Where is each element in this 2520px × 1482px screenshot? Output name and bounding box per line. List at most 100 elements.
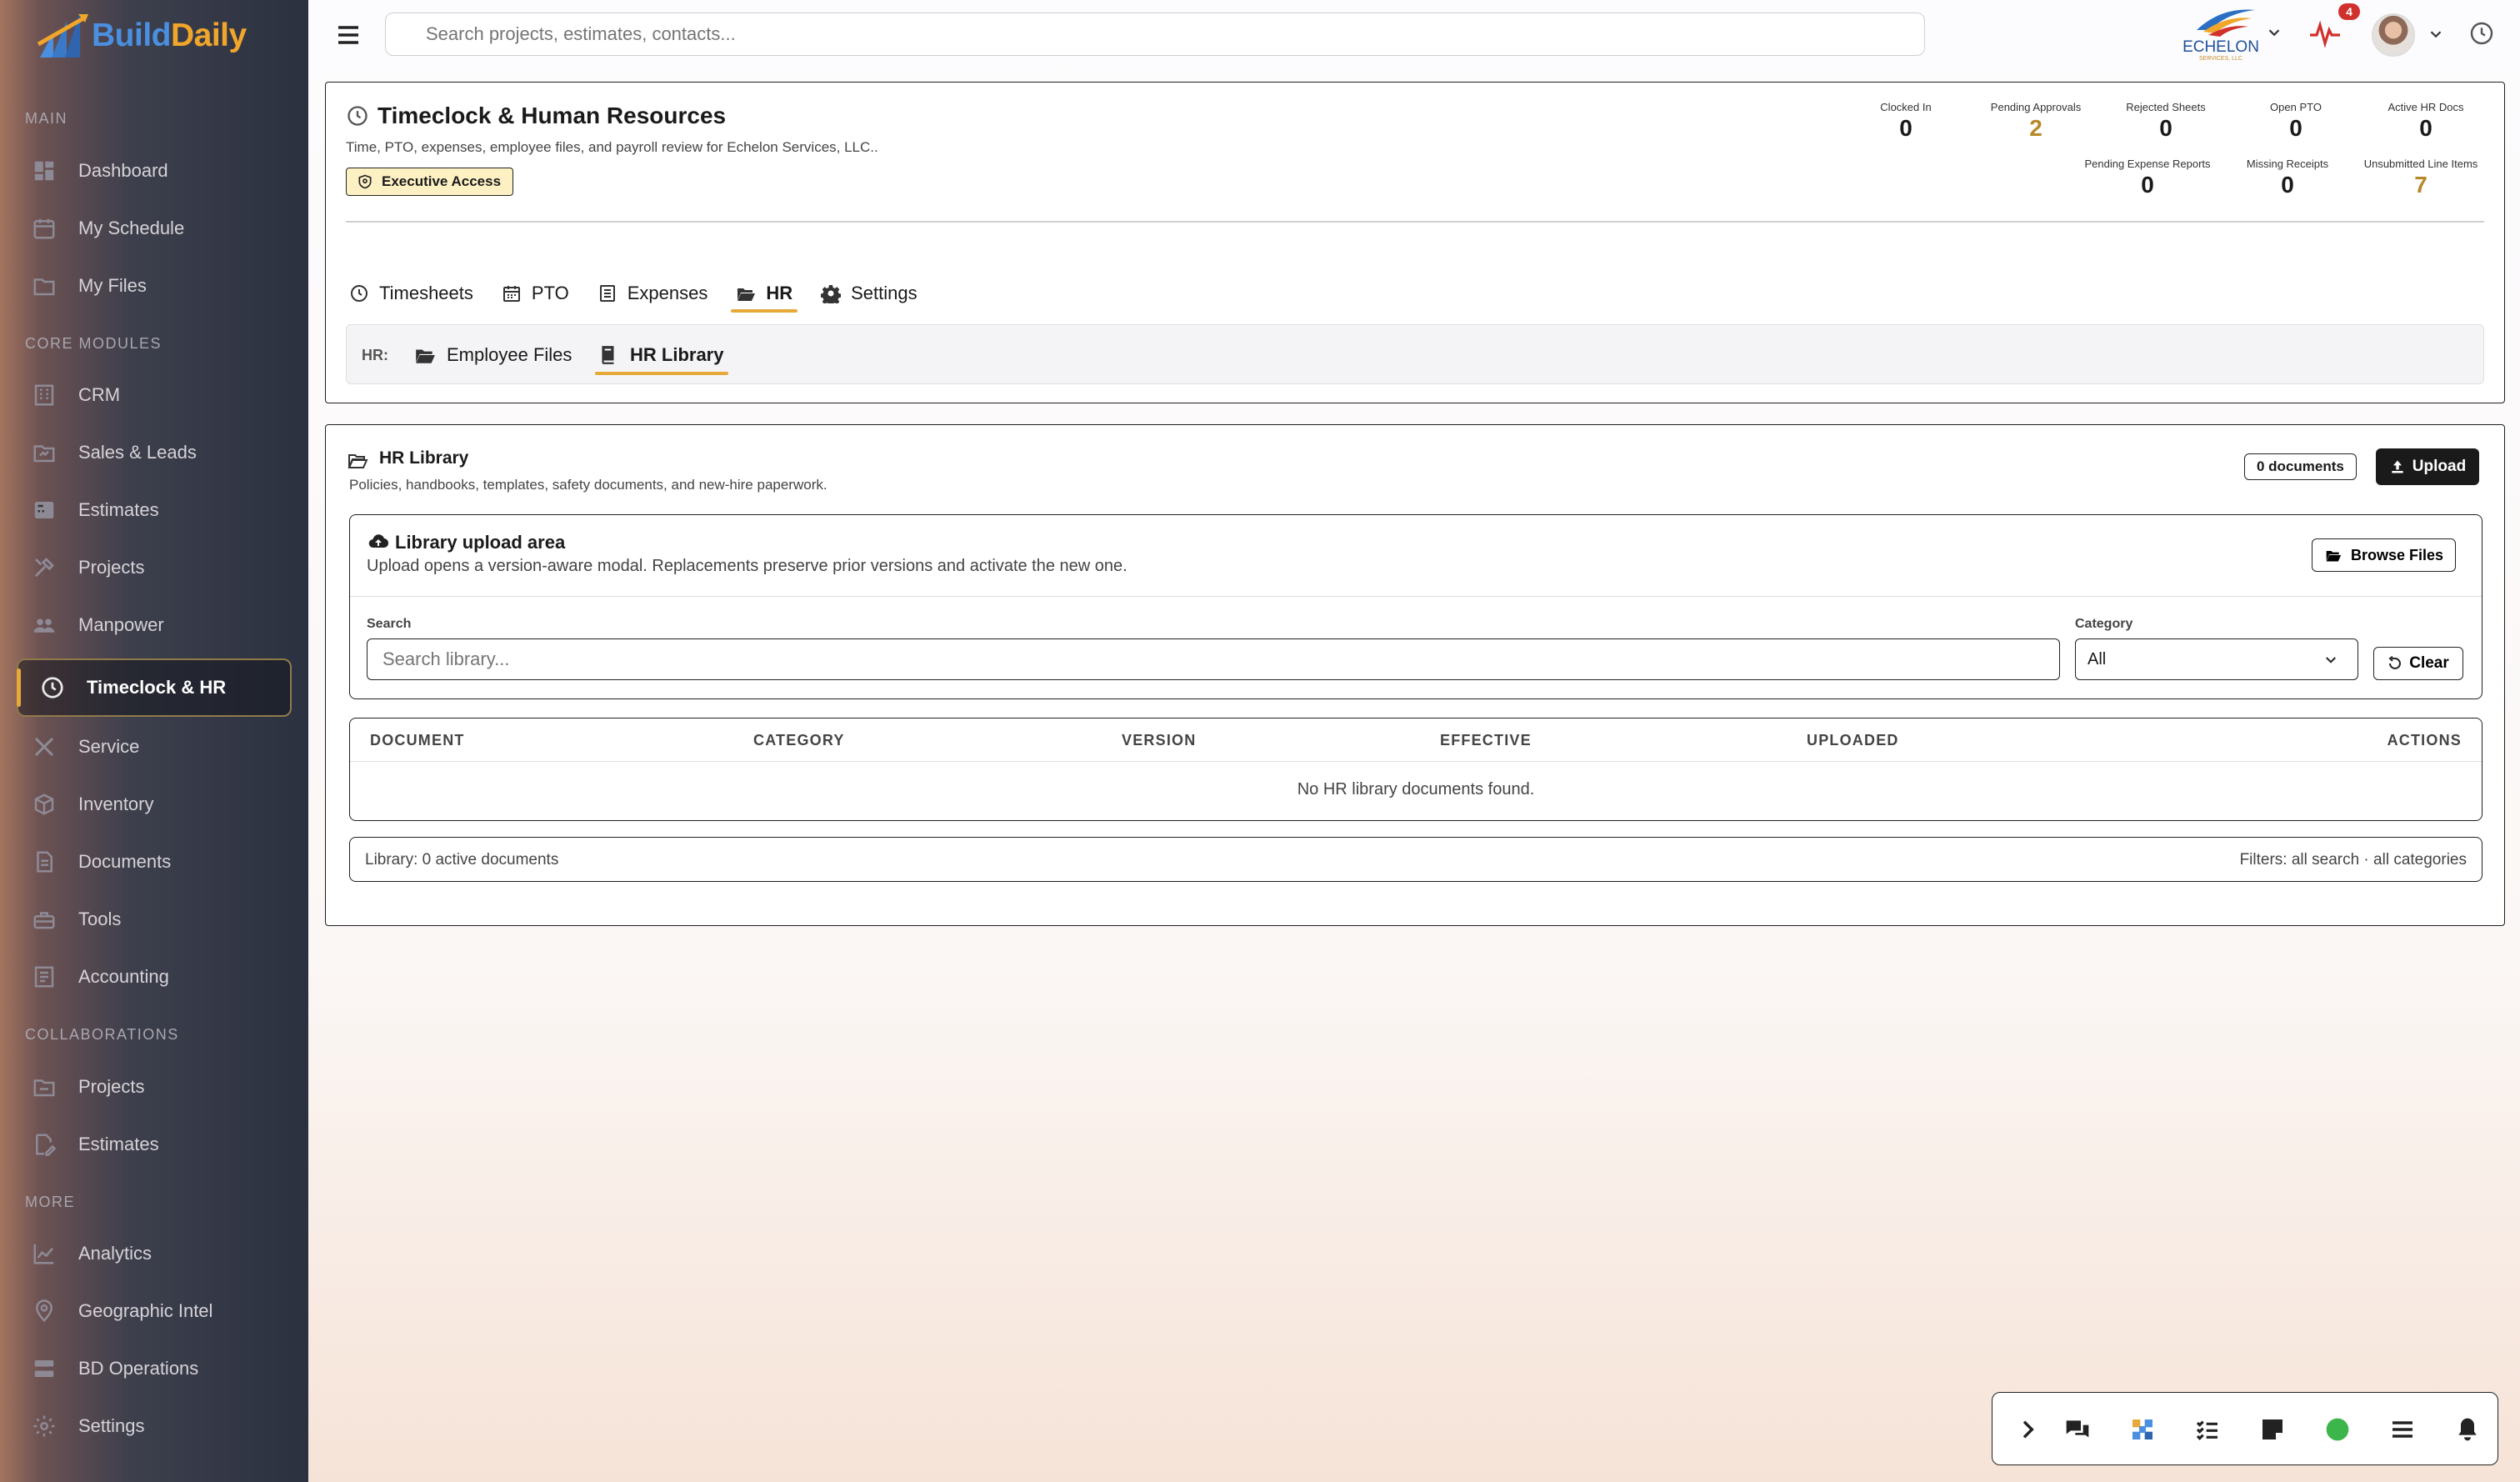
chat-icon[interactable] <box>2064 1416 2091 1443</box>
sidebar-item-label: Settings <box>78 1415 145 1436</box>
stat-value: 0 <box>2159 115 2172 141</box>
column-header-uploaded[interactable]: UPLOADED <box>1807 732 1899 749</box>
activity-pulse-icon[interactable] <box>2308 18 2342 50</box>
browse-files-button[interactable]: Browse Files <box>2312 538 2457 572</box>
column-header-category[interactable]: CATEGORY <box>753 732 845 749</box>
tools-icon <box>35 558 54 577</box>
sidebar-item-manpower[interactable]: Manpower <box>0 602 308 648</box>
stat-clocked-in: Clocked In 0 <box>1880 101 1931 142</box>
chevron-down-icon[interactable] <box>2427 25 2445 43</box>
stat-value: 0 <box>2419 115 2432 141</box>
category-select[interactable]: All <box>2075 638 2358 680</box>
shield-icon <box>358 174 372 189</box>
sidebar-item-projects[interactable]: Projects <box>0 544 308 591</box>
library-documents-table: DOCUMENT CATEGORY VERSION EFFECTIVE UPLO… <box>349 718 2482 821</box>
apps-grid-icon[interactable] <box>2129 1416 2156 1443</box>
library-search-input[interactable] <box>367 638 2060 680</box>
page-title: Timeclock & Human Resources <box>378 103 727 128</box>
subtab-hr-library[interactable]: HR Library <box>594 338 729 375</box>
sidebar-item-label: Estimates <box>78 1134 159 1154</box>
bell-icon[interactable] <box>2454 1416 2481 1443</box>
global-search-input[interactable] <box>385 13 1925 56</box>
sidebar-item-label: My Files <box>78 275 147 296</box>
subtab-employee-files[interactable]: Employee Files <box>413 338 572 372</box>
sidebar-item-my-schedule[interactable]: My Schedule <box>0 205 308 252</box>
folder-open-icon <box>348 454 368 468</box>
library-title: HR Library <box>379 448 469 468</box>
gear-icon <box>821 285 842 303</box>
sidebar-item-collab-projects[interactable]: Projects <box>0 1064 308 1110</box>
stat-label: Missing Receipts <box>2246 158 2329 170</box>
sidebar-item-sales-leads[interactable]: Sales & Leads <box>0 429 308 476</box>
calculator-icon <box>34 502 54 518</box>
toolbox-icon <box>33 912 55 929</box>
sidebar-item-my-files[interactable]: My Files <box>0 263 308 309</box>
stat-label: Pending Expense Reports <box>2084 158 2211 170</box>
checklist-icon[interactable] <box>2194 1416 2221 1443</box>
sidebar-item-label: My Schedule <box>78 218 185 238</box>
sidebar: BuildDaily MAIN CORE MODULES COLLABORATI… <box>0 0 308 1482</box>
status-online-icon[interactable] <box>2324 1416 2351 1443</box>
sidebar-item-collab-estimates[interactable]: Estimates <box>0 1121 308 1168</box>
stat-value: 0 <box>2141 172 2154 198</box>
tab-pto[interactable]: PTO <box>502 276 569 311</box>
list-menu-icon[interactable] <box>2389 1416 2416 1443</box>
sidebar-item-accounting[interactable]: Accounting <box>0 954 308 1000</box>
document-count-badge: 0 documents <box>2244 453 2357 480</box>
clear-filters-button[interactable]: Clear <box>2373 647 2463 680</box>
sidebar-item-geographic-intel[interactable]: Geographic Intel <box>0 1288 308 1334</box>
wrench-icon <box>34 737 54 757</box>
sidebar-item-crm[interactable]: CRM <box>0 372 308 418</box>
sidebar-item-label: Tools <box>78 909 122 929</box>
sidebar-item-timeclock-hr[interactable]: Timeclock & HR <box>17 658 292 717</box>
timeclock-header-panel: Timeclock & Human Resources Time, PTO, e… <box>325 82 2505 403</box>
upload-area-header: Library upload area Upload opens a versi… <box>350 515 2482 597</box>
column-header-version[interactable]: VERSION <box>1122 732 1196 749</box>
brand-logo[interactable]: BuildDaily <box>37 10 247 62</box>
edit-icon <box>36 1134 57 1156</box>
chevron-down-icon[interactable] <box>2265 23 2283 42</box>
stat-label: Clocked In <box>1880 101 1932 113</box>
stat-value: 0 <box>2281 172 2294 198</box>
sticky-note-icon[interactable] <box>2259 1416 2286 1443</box>
stat-label: Open PTO <box>2270 101 2322 113</box>
cloud-upload-icon <box>368 534 389 548</box>
stat-pending-expense-reports: Pending Expense Reports 0 <box>2084 158 2210 198</box>
clock-icon <box>351 285 368 302</box>
tab-timesheets[interactable]: Timesheets <box>349 276 473 311</box>
topbar: ECHELON SERVICES, LLC 4 <box>308 0 2520 70</box>
stat-value: 2 <box>2029 115 2042 141</box>
sidebar-item-bd-operations[interactable]: BD Operations <box>0 1345 308 1392</box>
sidebar-item-documents[interactable]: Documents <box>0 839 308 885</box>
chevron-right-icon[interactable] <box>2014 1416 2041 1443</box>
upload-icon <box>2392 460 2403 473</box>
hamburger-menu-icon[interactable] <box>333 20 363 50</box>
clock-icon[interactable] <box>2468 20 2495 47</box>
tab-hr[interactable]: HR <box>731 276 798 313</box>
filters-summary: Filters: all search · all categories <box>2239 851 2467 869</box>
category-label: Category <box>2075 617 2133 631</box>
sidebar-item-tools[interactable]: Tools <box>0 896 308 943</box>
tab-expenses[interactable]: Expenses <box>598 276 708 311</box>
tab-settings[interactable]: Settings <box>821 276 918 311</box>
sidebar-item-service[interactable]: Service <box>0 723 308 770</box>
company-logo[interactable]: ECHELON SERVICES, LLC <box>2172 5 2270 62</box>
sidebar-item-inventory[interactable]: Inventory <box>0 781 308 828</box>
upload-area-subtitle: Upload opens a version-aware modal. Repl… <box>367 557 1128 575</box>
stat-open-pto: Open PTO 0 <box>2270 101 2322 142</box>
column-header-document[interactable]: DOCUMENT <box>370 732 465 749</box>
sidebar-item-label: Geographic Intel <box>78 1300 213 1321</box>
sidebar-item-analytics[interactable]: Analytics <box>0 1230 308 1277</box>
subtabs-prefix: HR: <box>362 347 388 363</box>
ledger-icon <box>34 966 54 988</box>
column-header-effective[interactable]: EFFECTIVE <box>1440 732 1532 749</box>
sidebar-item-dashboard[interactable]: Dashboard <box>0 148 308 194</box>
sidebar-item-estimates[interactable]: Estimates <box>0 487 308 533</box>
sidebar-item-label: Inventory <box>78 794 154 814</box>
reset-icon <box>2388 656 2402 669</box>
user-avatar[interactable] <box>2372 13 2415 57</box>
server-icon <box>34 1360 54 1377</box>
sidebar-item-label: Analytics <box>78 1243 152 1264</box>
sidebar-item-settings[interactable]: Settings <box>0 1403 308 1449</box>
upload-button[interactable]: Upload <box>2376 448 2479 485</box>
